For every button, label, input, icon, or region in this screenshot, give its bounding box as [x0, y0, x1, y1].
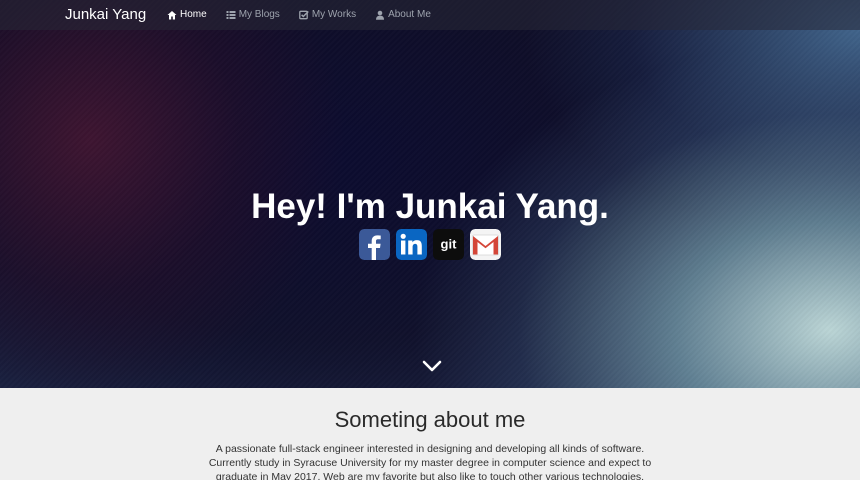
nav-item-label: About Me: [388, 9, 431, 20]
svg-text:git: git: [441, 237, 458, 252]
list-icon: [226, 10, 236, 20]
nav-item-works[interactable]: My Works: [298, 9, 357, 21]
git-icon[interactable]: git: [433, 229, 464, 260]
facebook-icon[interactable]: [359, 229, 390, 260]
chevron-down-icon[interactable]: [422, 358, 442, 374]
about-line: graduate in May 2017. Web are my favorit…: [215, 471, 645, 480]
nav-item-home[interactable]: Home: [167, 9, 207, 21]
nav-item-about[interactable]: About Me: [375, 9, 431, 21]
nav-item-label: My Works: [311, 9, 357, 20]
checkbox-icon: [298, 10, 309, 20]
user-icon: [375, 10, 385, 20]
home-icon: [167, 10, 177, 20]
linkedin-icon[interactable]: [396, 229, 427, 260]
hero-title: Hey! I'm Junkai Yang.: [251, 187, 609, 227]
nav-items: Home My Blogs My Works About Me: [167, 9, 450, 21]
nav-item-label: Home: [180, 9, 207, 20]
nav-item-blogs[interactable]: My Blogs: [226, 9, 280, 21]
about-text: A passionate full-stack engineer interes…: [200, 434, 660, 480]
nav-item-label: My Blogs: [238, 9, 280, 20]
brand-link[interactable]: Junkai Yang: [65, 6, 146, 24]
about-line: Currently study in Syracuse University f…: [208, 457, 652, 469]
about-section: Someting about me A passionate full-stac…: [0, 388, 860, 480]
about-line: A passionate full-stack engineer interes…: [215, 443, 645, 455]
gmail-icon[interactable]: [470, 229, 501, 260]
social-links: git: [359, 229, 501, 260]
about-title: Someting about me: [334, 407, 526, 432]
navbar: Junkai Yang Home My Blogs My Works About…: [0, 0, 860, 30]
